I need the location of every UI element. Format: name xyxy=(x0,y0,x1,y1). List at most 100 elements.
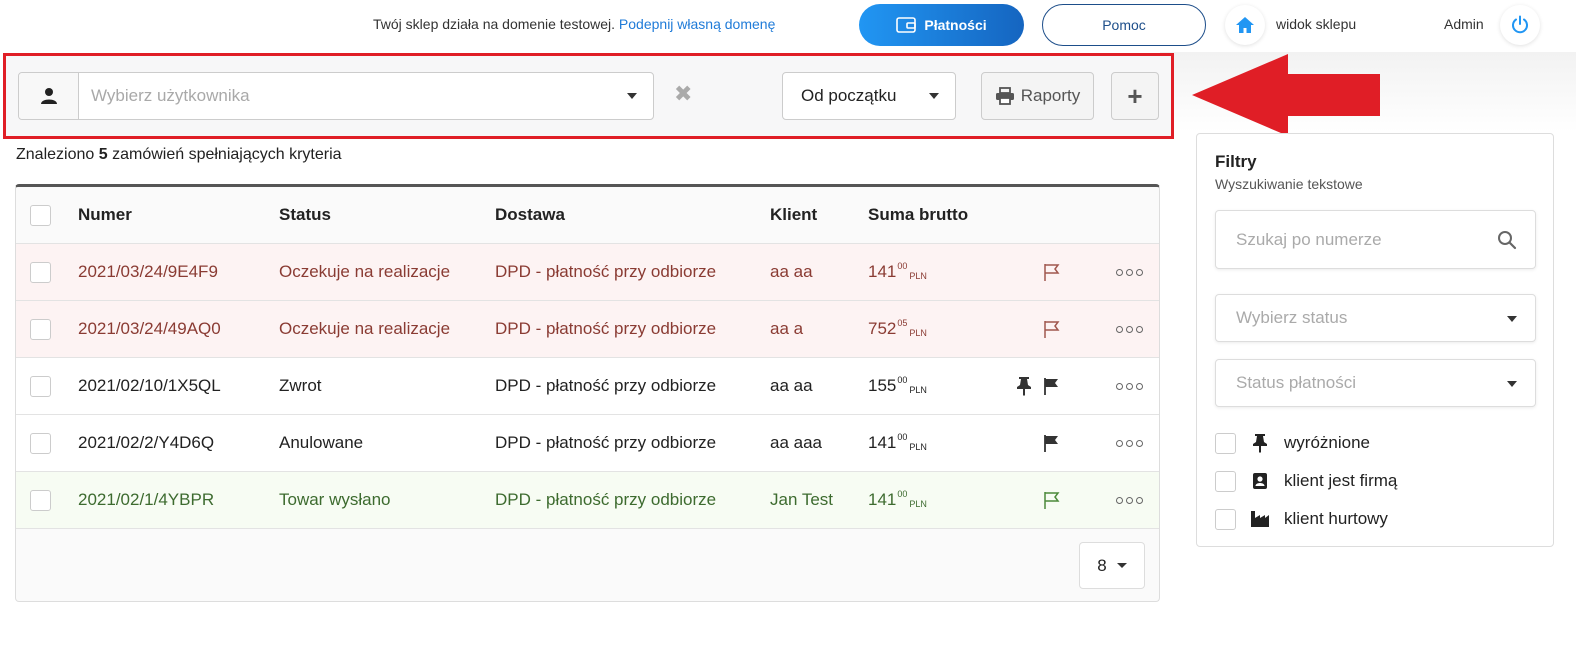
shop-view-button[interactable] xyxy=(1225,5,1265,45)
header-number[interactable]: Numer xyxy=(78,187,132,243)
total-currency: PLN xyxy=(909,328,927,338)
pin-icon[interactable] xyxy=(1016,376,1032,396)
payment-status-placeholder: Status płatności xyxy=(1236,373,1357,392)
total-decimal: 00 xyxy=(897,489,908,499)
more-options-icon[interactable] xyxy=(1116,472,1143,528)
order-total: 141 00 PLN xyxy=(868,415,927,471)
results-summary: Znaleziono 5 zamówień spełniających kryt… xyxy=(16,146,342,164)
table-row[interactable]: 2021/02/2/Y4D6Q Anulowane DPD - płatność… xyxy=(16,415,1159,472)
search-icon[interactable] xyxy=(1497,230,1517,250)
power-icon xyxy=(1512,15,1528,34)
chevron-down-icon xyxy=(1507,316,1517,322)
order-status: Anulowane xyxy=(279,433,364,452)
add-order-button[interactable]: + xyxy=(1111,72,1159,120)
attach-domain-link[interactable]: Podepnij własną domenę xyxy=(619,16,775,32)
chevron-down-icon xyxy=(1116,563,1127,568)
reports-button[interactable]: Raporty xyxy=(981,72,1094,120)
flag-icon[interactable] xyxy=(1042,376,1062,396)
featured-label: wyróżnione xyxy=(1284,433,1370,452)
logout-button[interactable] xyxy=(1500,5,1540,45)
top-bar: Twój sklep działa na domenie testowej. P… xyxy=(0,0,1576,52)
status-select[interactable]: Wybierz status xyxy=(1215,294,1536,342)
more-options-icon[interactable] xyxy=(1116,244,1143,300)
total-decimal: 00 xyxy=(897,375,908,385)
featured-filter[interactable]: wyróżnione xyxy=(1215,431,1370,455)
order-client: aa aa xyxy=(770,376,813,395)
flag-outline-icon[interactable] xyxy=(1042,319,1062,339)
pin-icon xyxy=(1253,434,1267,453)
print-icon xyxy=(995,87,1014,105)
user-select[interactable]: Wybierz użytkownika xyxy=(18,72,654,120)
header-client[interactable]: Klient xyxy=(770,187,817,243)
status-select-placeholder: Wybierz status xyxy=(1236,308,1348,327)
total-decimal: 00 xyxy=(897,261,908,271)
total-decimal: 00 xyxy=(897,432,908,442)
search-number-input[interactable]: Szukaj po numerze xyxy=(1215,210,1536,269)
total-integer: 752 xyxy=(868,319,897,338)
page-size-select[interactable]: 8 xyxy=(1079,542,1145,589)
period-select-value: Od początku xyxy=(801,86,897,105)
period-select[interactable]: Od początku xyxy=(782,72,956,120)
header-status[interactable]: Status xyxy=(279,187,331,243)
more-options-icon[interactable] xyxy=(1116,301,1143,357)
company-client-checkbox[interactable] xyxy=(1215,470,1236,492)
order-number[interactable]: 2021/02/1/4YBPR xyxy=(78,472,214,528)
featured-checkbox[interactable] xyxy=(1215,432,1236,454)
header-total[interactable]: Suma brutto xyxy=(868,187,968,243)
row-checkbox[interactable] xyxy=(30,376,51,397)
order-number[interactable]: 2021/02/2/Y4D6Q xyxy=(78,415,214,471)
flag-outline-icon[interactable] xyxy=(1042,490,1062,510)
header-shipping[interactable]: Dostawa xyxy=(495,187,565,243)
order-shipping: DPD - płatność przy odbiorze xyxy=(495,319,717,338)
total-integer: 141 xyxy=(868,262,897,281)
table-row[interactable]: 2021/03/24/49AQ0 Oczekuje na realizacje … xyxy=(16,301,1159,358)
total-currency: PLN xyxy=(909,385,927,395)
total-currency: PLN xyxy=(909,271,927,281)
wholesale-client-checkbox[interactable] xyxy=(1215,508,1236,530)
order-total: 155 00 PLN xyxy=(868,358,927,414)
order-total: 752 05 PLN xyxy=(868,301,927,357)
payment-status-select[interactable]: Status płatności xyxy=(1215,359,1536,407)
filters-subtitle: Wyszukiwanie tekstowe xyxy=(1215,176,1363,192)
flag-outline-icon[interactable] xyxy=(1042,262,1062,282)
row-checkbox[interactable] xyxy=(30,262,51,283)
row-checkbox[interactable] xyxy=(30,490,51,511)
company-client-filter[interactable]: klient jest firmą xyxy=(1215,469,1397,493)
order-number[interactable]: 2021/03/24/49AQ0 xyxy=(78,301,221,357)
table-row[interactable]: 2021/02/10/1X5QL Zwrot DPD - płatność pr… xyxy=(16,358,1159,415)
table-row[interactable]: 2021/02/1/4YBPR Towar wysłano DPD - płat… xyxy=(16,472,1159,529)
help-button[interactable]: Pomoc xyxy=(1042,4,1206,46)
order-status: Oczekuje na realizacje xyxy=(279,262,451,281)
home-icon xyxy=(1236,17,1254,33)
more-options-icon[interactable] xyxy=(1116,415,1143,471)
order-client: aa a xyxy=(770,319,804,338)
row-checkbox[interactable] xyxy=(30,319,51,340)
orders-table: Numer Status Dostawa Klient Suma brutto … xyxy=(15,184,1160,602)
domain-note-text: Twój sklep działa na domenie testowej. xyxy=(373,16,616,32)
total-currency: PLN xyxy=(909,442,927,452)
total-currency: PLN xyxy=(909,499,927,509)
results-prefix: Znaleziono xyxy=(16,146,95,163)
wholesale-client-filter[interactable]: klient hurtowy xyxy=(1215,507,1388,531)
table-header: Numer Status Dostawa Klient Suma brutto xyxy=(16,187,1159,244)
filters-title: Filtry xyxy=(1215,152,1257,171)
order-shipping: DPD - płatność przy odbiorze xyxy=(495,262,717,281)
select-all-checkbox[interactable] xyxy=(30,205,51,226)
admin-label: Admin xyxy=(1444,16,1484,32)
flag-icon[interactable] xyxy=(1042,433,1062,453)
chevron-down-icon xyxy=(627,93,637,99)
order-status: Towar wysłano xyxy=(279,490,391,509)
total-integer: 141 xyxy=(868,490,897,509)
results-suffix: zamówień spełniających kryteria xyxy=(112,146,342,163)
shop-view-label[interactable]: widok sklepu xyxy=(1276,16,1356,32)
order-number[interactable]: 2021/02/10/1X5QL xyxy=(78,358,221,414)
payments-label: Płatności xyxy=(924,17,987,33)
row-checkbox[interactable] xyxy=(30,433,51,454)
table-row[interactable]: 2021/03/24/9E4F9 Oczekuje na realizacje … xyxy=(16,244,1159,301)
payments-button[interactable]: Płatności xyxy=(859,4,1024,46)
clear-user-icon[interactable]: ✖ xyxy=(674,83,692,105)
order-number[interactable]: 2021/03/24/9E4F9 xyxy=(78,244,218,300)
total-integer: 155 xyxy=(868,376,897,395)
order-shipping: DPD - płatność przy odbiorze xyxy=(495,376,717,395)
more-options-icon[interactable] xyxy=(1116,358,1143,414)
